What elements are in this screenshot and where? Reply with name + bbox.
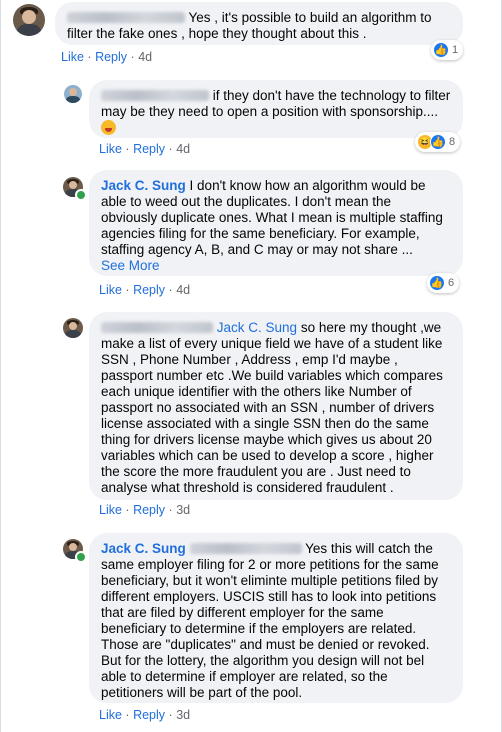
comment-bubble: Jack C. Sung I don't know how an algorit… [89,170,463,276]
comment-bubble: Yes , it's possible to build an algorith… [55,2,463,45]
avatar[interactable] [13,4,45,36]
comment-author[interactable]: Jack C. Sung [101,541,186,556]
like-button[interactable]: Like [99,142,122,156]
comment-text: so here my thought ,we make a list of ev… [101,320,443,495]
comment-bubble: Jack C. Sung Yes this will catch the sam… [89,533,463,703]
like-icon: 👍 [429,275,445,291]
comment-actions: Like · Reply · 3d [99,708,191,722]
reaction-summary[interactable]: 👍 6 [427,273,460,293]
reply-button[interactable]: Reply [133,142,165,156]
see-more-link[interactable]: See More [101,258,160,273]
timestamp[interactable]: 4d [138,50,152,64]
reaction-count: 1 [452,44,459,56]
avatar[interactable] [63,318,83,338]
reaction-summary[interactable]: 😆 👍 8 [415,132,461,152]
mention-link[interactable]: Jack C. Sung [217,320,297,335]
timestamp[interactable]: 3d [176,708,190,722]
online-status-indicator [75,189,87,201]
online-status-indicator [75,551,87,563]
reaction-summary[interactable]: 👍 1 [431,40,464,60]
avatar[interactable] [64,85,82,103]
comment-actions: Like · Reply · 4d [61,50,153,64]
redacted-name [189,543,302,554]
comment-actions: Like · Reply · 3d [99,503,191,517]
left-border [0,0,1,732]
comment-author[interactable]: Jack C. Sung [101,178,186,193]
comment-actions: Like · Reply · 4d [99,283,191,297]
like-button[interactable]: Like [99,503,122,517]
reply-button[interactable]: Reply [95,50,127,64]
like-icon: 👍 [433,42,449,58]
comment-text: Yes this will catch the same employer fi… [101,541,439,700]
like-button[interactable]: Like [61,50,84,64]
comment-bubble: if they don't have the technology to fil… [89,80,463,138]
redacted-name [101,90,209,101]
comment-actions: Like · Reply · 4d [99,142,191,156]
timestamp[interactable]: 3d [176,503,190,517]
reply-button[interactable]: Reply [133,503,165,517]
redacted-name [101,322,213,333]
reaction-count: 8 [449,136,456,148]
redacted-name [67,12,185,23]
reply-button[interactable]: Reply [133,283,165,297]
like-button[interactable]: Like [99,283,122,297]
like-button[interactable]: Like [99,708,122,722]
comment-bubble: Jack C. Sung so here my thought ,we make… [89,312,463,500]
timestamp[interactable]: 4d [176,142,190,156]
grinning-face-emoji [101,120,116,135]
reply-button[interactable]: Reply [133,708,165,722]
like-icon: 👍 [430,134,446,150]
reaction-count: 6 [448,277,455,289]
timestamp[interactable]: 4d [176,283,190,297]
